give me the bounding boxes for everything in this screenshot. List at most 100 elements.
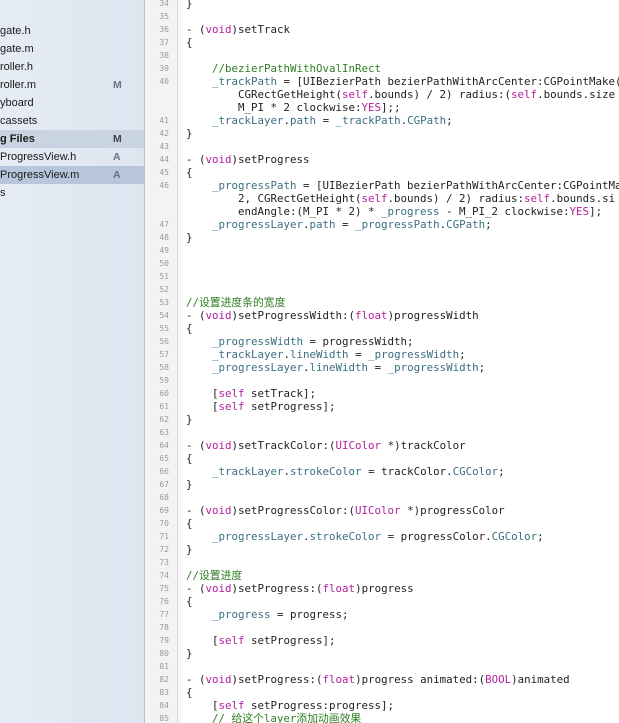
code-line[interactable]: CGRectGetHeight(self.bounds) / 2) radius… — [186, 88, 615, 101]
line-number: 79 — [159, 636, 169, 645]
line-number: 72 — [159, 545, 169, 554]
code-token: _progressWidth — [368, 348, 460, 361]
navigator-file-item[interactable]: ProgressView.h A — [0, 148, 144, 166]
code-line[interactable]: } — [186, 543, 193, 556]
navigator-file-item[interactable]: gate.h — [0, 22, 144, 40]
code-line[interactable]: _progressLayer.lineWidth = _progressWidt… — [186, 361, 485, 374]
code-token: )setProgress:( — [231, 673, 323, 686]
code-line[interactable]: { — [186, 36, 193, 49]
code-line[interactable]: - (void)setProgress — [186, 153, 310, 166]
code-line[interactable]: { — [186, 322, 193, 335]
code-line[interactable]: _progressPath = [UIBezierPath bezierPath… — [186, 179, 619, 192]
code-token: ; — [446, 114, 453, 127]
code-line[interactable]: [self setProgress:progress]; — [186, 699, 394, 712]
code-token: = progressColor. — [381, 530, 492, 543]
code-token: CGColor — [452, 465, 499, 478]
code-line[interactable]: } — [186, 127, 193, 140]
code-token: { — [186, 322, 193, 335]
code-editor[interactable]: 34 35 36 37 38 39 40 41 42 43 44 45 46 47 48 49 50 51 52 53… — [145, 0, 619, 723]
code-token: { — [186, 166, 193, 179]
code-line[interactable]: _trackPath = [UIBezierPath bezierPathWit… — [186, 75, 619, 88]
navigator-file-item[interactable]: s — [0, 184, 144, 202]
code-line[interactable]: { — [186, 595, 193, 608]
code-line[interactable]: _progressLayer.strokeColor = progressCol… — [186, 530, 544, 543]
navigator-file-item[interactable]: gate.m — [0, 40, 144, 58]
line-number: 78 — [159, 623, 169, 632]
code-token: } — [186, 413, 193, 426]
code-line[interactable]: } — [186, 231, 193, 244]
navigator-file-item[interactable]: roller.m M — [0, 76, 144, 94]
code-token: { — [186, 452, 193, 465]
line-number: 75 — [159, 584, 169, 593]
code-line[interactable]: { — [186, 517, 193, 530]
code-line[interactable]: _trackLayer.lineWidth = _progressWidth; — [186, 348, 466, 361]
code-line[interactable]: _progress = progress; — [186, 608, 349, 621]
code-line[interactable]: [self setProgress]; — [186, 400, 336, 413]
code-token: = [UIBezierPath bezierPathWithArcCenter:… — [296, 179, 619, 192]
navigator-file-label: s — [0, 187, 6, 199]
navigator-file-item[interactable]: ProgressView.m A — [0, 166, 144, 184]
code-line[interactable]: //设置进度 — [186, 569, 242, 582]
code-line[interactable]: 2, CGRectGetHeight(self.bounds) / 2) rad… — [186, 192, 615, 205]
code-line[interactable]: [self setTrack]; — [186, 387, 316, 400]
code-line[interactable]: endAngle:(M_PI * 2) * _progress - M_PI_2… — [186, 205, 602, 218]
code-line[interactable]: } — [186, 647, 193, 660]
navigator-file-item[interactable]: yboard — [0, 94, 144, 112]
line-number: 62 — [159, 415, 169, 424]
code-line[interactable]: } — [186, 0, 193, 10]
code-token: void — [205, 153, 232, 166]
code-folding-ribbon[interactable] — [178, 0, 183, 723]
navigator-file-label: cassets — [0, 115, 38, 127]
code-line[interactable]: { — [186, 166, 193, 179]
navigator-file-item[interactable]: roller.h — [0, 58, 144, 76]
code-token: 2, CGRectGetHeight( — [186, 192, 362, 205]
code-token: self — [218, 634, 245, 647]
code-line[interactable]: M_PI * 2 clockwise:YES];; — [186, 101, 401, 114]
line-number: 49 — [159, 246, 169, 255]
line-number: 40 — [159, 77, 169, 86]
line-number: 60 — [159, 389, 169, 398]
line-number: 45 — [159, 168, 169, 177]
code-line[interactable]: [self setProgress]; — [186, 634, 336, 647]
code-line[interactable]: } — [186, 413, 193, 426]
code-token: - ( — [186, 153, 206, 166]
code-token: [ — [186, 699, 219, 712]
code-token: YES — [569, 205, 590, 218]
code-line[interactable]: } — [186, 478, 193, 491]
navigator-file-item[interactable]: g Files M — [0, 130, 144, 148]
code-line[interactable]: - (void)setProgress:(float)progress anim… — [186, 673, 570, 686]
code-line[interactable]: { — [186, 452, 193, 465]
code-line[interactable]: _trackLayer.path = _trackPath.CGPath; — [186, 114, 453, 127]
code-line[interactable]: _progressWidth = progressWidth; — [186, 335, 414, 348]
line-number: 70 — [159, 519, 169, 528]
line-number: 37 — [159, 38, 169, 47]
code-token: CGColor — [491, 530, 538, 543]
code-line[interactable]: // 给这个layer添加动画效果 — [186, 712, 361, 723]
code-line[interactable]: - (void)setTrackColor:(UIColor *)trackCo… — [186, 439, 466, 452]
navigator-file-item[interactable]: cassets — [0, 112, 144, 130]
line-number: 71 — [159, 532, 169, 541]
code-token: _trackLayer — [212, 348, 284, 361]
line-number: 82 — [159, 675, 169, 684]
code-line[interactable]: //设置进度条的宽度 — [186, 296, 285, 309]
code-line[interactable]: _trackLayer.strokeColor = trackColor.CGC… — [186, 465, 505, 478]
code-token: _progressPath — [355, 218, 440, 231]
code-token: { — [186, 595, 193, 608]
line-number: 56 — [159, 337, 169, 346]
navigator-file-label: g Files — [0, 133, 35, 145]
code-token: - ( — [186, 504, 206, 517]
code-line[interactable]: - (void)setProgressColor:(UIColor *)prog… — [186, 504, 505, 517]
line-number: 57 — [159, 350, 169, 359]
code-line[interactable]: _progressLayer.path = _progressPath.CGPa… — [186, 218, 492, 231]
code-line[interactable]: //bezierPathWithOvalInRect — [186, 62, 381, 75]
code-line[interactable]: - (void)setTrack — [186, 23, 290, 36]
code-line[interactable]: - (void)setProgressWidth:(float)progress… — [186, 309, 479, 322]
line-number: 51 — [159, 272, 169, 281]
code-token: *)progressColor — [400, 504, 505, 517]
code-line[interactable]: { — [186, 686, 193, 699]
code-line[interactable]: - (void)setProgress:(float)progress — [186, 582, 414, 595]
code-token: _progressWidth — [387, 361, 479, 374]
